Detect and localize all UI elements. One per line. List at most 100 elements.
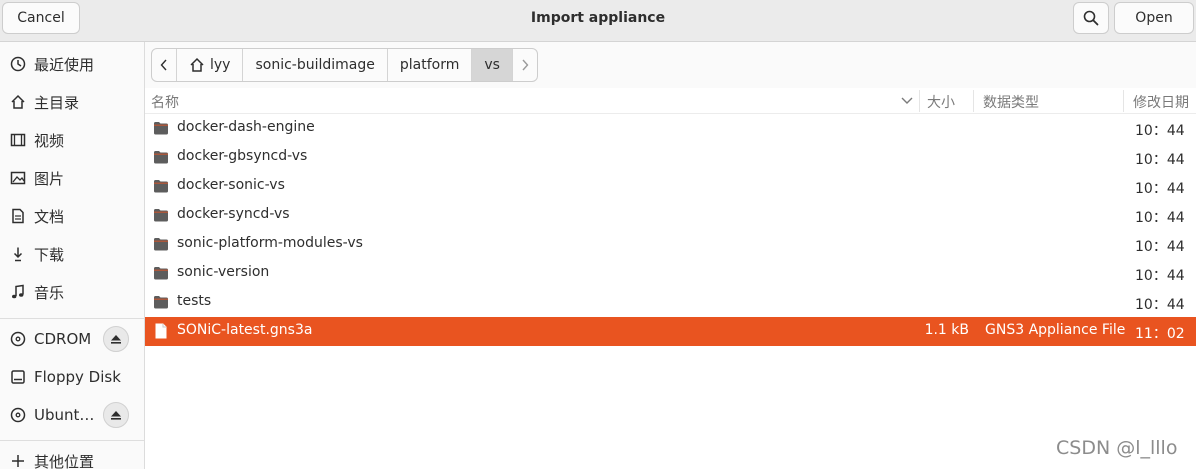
folder-icon	[154, 209, 168, 222]
chevron-left-icon	[160, 59, 167, 71]
folder-icon	[154, 180, 168, 193]
watermark: CSDN @l_lllo	[1056, 437, 1178, 459]
column-header-date[interactable]: 修改日期	[1133, 92, 1189, 112]
file-size: 1.1 kB	[924, 322, 969, 338]
column-divider	[973, 90, 974, 112]
sidebar-item-music[interactable]: 音乐	[0, 275, 144, 309]
sidebar-item-videos[interactable]: 视频	[0, 123, 144, 157]
column-header-size[interactable]: 大小	[927, 92, 955, 112]
music-icon	[9, 283, 27, 301]
sidebar-item-documents[interactable]: 文档	[0, 199, 144, 233]
download-icon	[9, 245, 27, 263]
header-bar: Cancel Import appliance Open	[0, 0, 1196, 42]
eject-ubuntu-button[interactable]	[103, 402, 129, 428]
folder-icon	[154, 296, 168, 309]
dialog-title: Import appliance	[530, 10, 666, 26]
chevron-right-icon	[522, 59, 529, 71]
file-row[interactable]: docker-gbsyncd-vs 10：44	[145, 143, 1196, 172]
film-icon	[9, 131, 27, 149]
path-crumb-sonic-buildimage[interactable]: sonic-buildimage	[243, 49, 388, 81]
search-button[interactable]	[1073, 2, 1109, 34]
disc-icon	[9, 406, 27, 424]
folder-icon	[154, 122, 168, 135]
sidebar-item-recent[interactable]: 最近使用	[0, 47, 144, 81]
column-divider	[1123, 90, 1124, 112]
column-divider	[919, 90, 920, 112]
sidebar-item-pictures[interactable]: 图片	[0, 161, 144, 195]
file-name: docker-gbsyncd-vs	[177, 148, 308, 164]
column-header-row: 名称 大小 数据类型 修改日期	[145, 88, 1196, 114]
sidebar-item-floppy[interactable]: Floppy Disk	[0, 360, 144, 394]
file-row[interactable]: docker-dash-engine 10：44	[145, 114, 1196, 143]
file-list[interactable]: 名称 大小 数据类型 修改日期 docker-dash-engine 10：44 d…	[145, 88, 1196, 469]
file-name: tests	[177, 293, 212, 309]
sidebar-item-label: 图片	[34, 169, 65, 188]
file-date: 10：44	[1135, 210, 1185, 226]
open-button[interactable]: Open	[1114, 2, 1194, 34]
home-icon	[190, 57, 204, 72]
file-type: GNS3 Appliance File	[985, 322, 1126, 338]
file-date: 10：44	[1135, 268, 1185, 284]
file-row[interactable]: docker-syncd-vs 10：44	[145, 201, 1196, 230]
chevron-down-icon[interactable]	[901, 96, 913, 106]
file-date: 10：44	[1135, 239, 1185, 255]
file-row[interactable]: sonic-version 10：44	[145, 259, 1196, 288]
file-name: docker-sonic-vs	[177, 177, 285, 193]
sidebar-divider	[0, 318, 144, 319]
path-crumb-label: lyy	[210, 57, 231, 73]
sidebar-item-label: 其他位置	[34, 452, 95, 469]
sidebar-item-label: Ubunt…	[34, 406, 95, 424]
path-bar: lyy sonic-buildimage platform vs	[151, 48, 538, 82]
path-back-button[interactable]	[152, 49, 177, 81]
path-crumb-vs[interactable]: vs	[472, 49, 513, 81]
file-name: sonic-platform-modules-vs	[177, 235, 363, 251]
path-crumb-platform[interactable]: platform	[388, 49, 473, 81]
image-icon	[9, 169, 27, 187]
file-row[interactable]: SONiC-latest.gns3a 1.1 kB GNS3 Appliance F…	[145, 317, 1196, 346]
sidebar-item-label: CDROM	[34, 330, 92, 348]
file-date: 10：44	[1135, 297, 1185, 313]
file-row[interactable]: sonic-platform-modules-vs 10：44	[145, 230, 1196, 259]
sidebar-item-label: 视频	[34, 131, 65, 150]
file-date: 11：02	[1135, 326, 1185, 342]
sidebar-item-label: 主目录	[34, 93, 80, 112]
sidebar-item-label: 最近使用	[34, 55, 95, 74]
path-crumb-home[interactable]: lyy	[177, 49, 244, 81]
file-icon	[155, 323, 167, 339]
disc-icon	[9, 330, 27, 348]
path-forward-button[interactable]	[513, 49, 537, 81]
file-name: docker-dash-engine	[177, 119, 315, 135]
file-row[interactable]: docker-sonic-vs 10：44	[145, 172, 1196, 201]
file-date: 10：44	[1135, 152, 1185, 168]
folder-icon	[154, 267, 168, 280]
sidebar-item-label: 文档	[34, 207, 65, 226]
sidebar-item-label: 音乐	[34, 283, 65, 302]
plus-icon	[9, 452, 27, 469]
sidebar-item-home[interactable]: 主目录	[0, 85, 144, 119]
cancel-button[interactable]: Cancel	[2, 2, 80, 34]
search-icon	[1083, 10, 1099, 26]
eject-icon	[111, 335, 121, 344]
sidebar-item-label: 下载	[34, 245, 65, 264]
column-header-name[interactable]: 名称	[151, 92, 179, 112]
sidebar-item-other-locations[interactable]: 其他位置	[0, 444, 144, 469]
clock-icon	[9, 55, 27, 73]
folder-icon	[154, 151, 168, 164]
document-icon	[9, 207, 27, 225]
drive-icon	[9, 368, 27, 386]
sidebar-divider	[0, 440, 144, 441]
sidebar-item-label: Floppy Disk	[34, 368, 121, 386]
eject-cdrom-button[interactable]	[103, 326, 129, 352]
file-name: docker-syncd-vs	[177, 206, 290, 222]
file-name: SONiC-latest.gns3a	[177, 322, 313, 338]
sidebar-item-downloads[interactable]: 下载	[0, 237, 144, 271]
home-icon	[9, 93, 27, 111]
sidebar: 最近使用 主目录 视频 图片 文档 下载 音乐 CDROM Floppy Dis…	[0, 42, 145, 469]
file-row[interactable]: tests 10：44	[145, 288, 1196, 317]
folder-icon	[154, 238, 168, 251]
file-name: sonic-version	[177, 264, 270, 280]
file-date: 10：44	[1135, 123, 1185, 139]
eject-icon	[111, 411, 121, 420]
file-date: 10：44	[1135, 181, 1185, 197]
column-header-type[interactable]: 数据类型	[983, 92, 1039, 112]
